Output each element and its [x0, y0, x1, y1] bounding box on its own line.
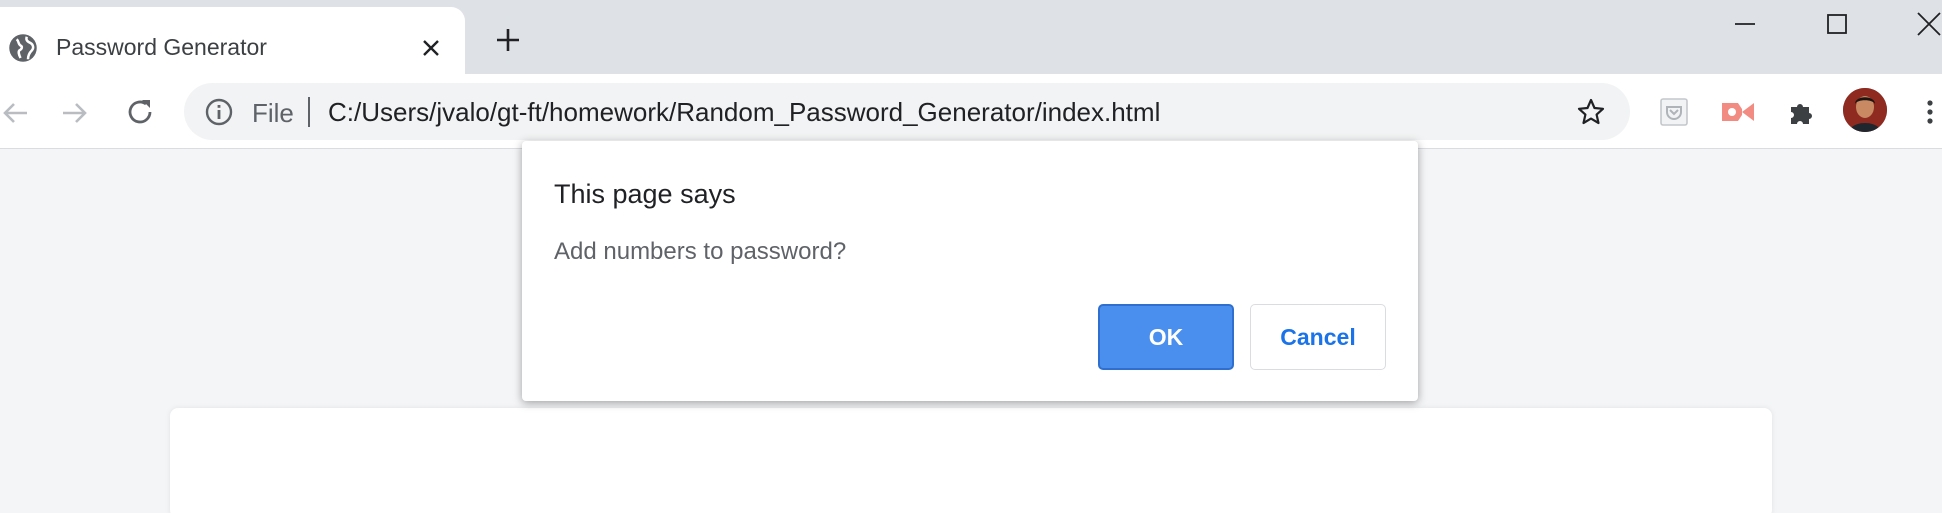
reload-icon[interactable] [124, 96, 156, 128]
globe-icon [8, 33, 38, 63]
omnibox-divider [308, 97, 310, 127]
minimize-button[interactable] [1718, 4, 1772, 44]
back-arrow-icon[interactable] [0, 98, 30, 128]
cancel-button[interactable]: Cancel [1250, 304, 1386, 370]
confirm-dialog: This page says Add numbers to password? … [522, 141, 1418, 401]
tab-title: Password Generator [56, 34, 267, 60]
avatar[interactable] [1843, 88, 1887, 132]
maximize-button[interactable] [1810, 4, 1864, 44]
star-icon[interactable] [1576, 97, 1606, 127]
tab-password-generator[interactable]: Password Generator [0, 7, 465, 74]
dialog-title: This page says [554, 179, 736, 209]
plus-icon [497, 29, 519, 51]
tab-strip: Password Generator [0, 0, 1942, 74]
close-icon [1917, 12, 1941, 36]
forward-arrow-icon[interactable] [60, 98, 90, 128]
puzzle-icon[interactable] [1786, 96, 1818, 128]
pocket-icon[interactable] [1658, 96, 1690, 128]
url-scheme-label: File [252, 98, 294, 128]
window-close-button[interactable] [1902, 4, 1942, 44]
browser-toolbar: File C:/Users/jvalo/gt-ft/homework/Rando… [0, 74, 1942, 149]
page-card [170, 408, 1772, 513]
screencast-icon[interactable] [1720, 96, 1756, 128]
maximize-icon [1827, 14, 1847, 34]
address-bar[interactable]: File C:/Users/jvalo/gt-ft/homework/Rando… [184, 83, 1630, 140]
new-tab-button[interactable] [492, 24, 524, 56]
info-icon[interactable] [204, 97, 234, 127]
ok-button[interactable]: OK [1098, 304, 1234, 370]
dialog-message: Add numbers to password? [554, 238, 847, 265]
kebab-menu-icon[interactable] [1918, 96, 1942, 128]
close-icon[interactable] [416, 33, 446, 63]
minimize-icon [1735, 23, 1755, 25]
url-text[interactable]: C:/Users/jvalo/gt-ft/homework/Random_Pas… [328, 97, 1160, 128]
